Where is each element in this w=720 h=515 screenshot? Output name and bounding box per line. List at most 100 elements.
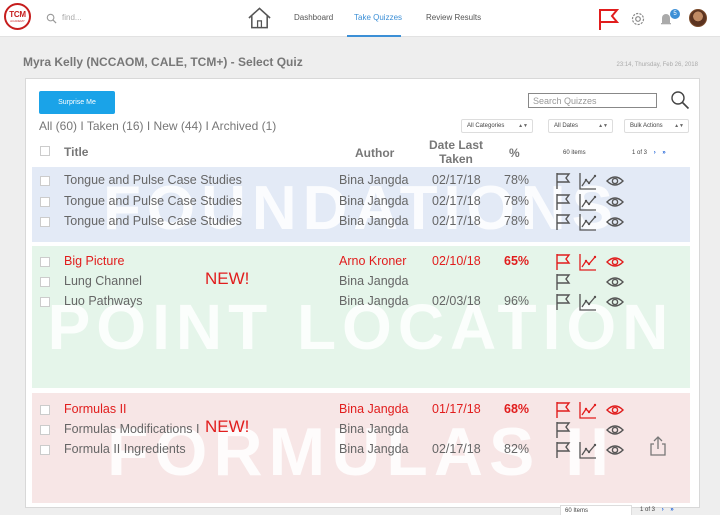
flag-icon[interactable] <box>554 253 572 271</box>
table-row[interactable]: Tongue and Pulse Case Studies Bina Jangd… <box>0 193 720 213</box>
quiz-search-input[interactable] <box>528 93 657 108</box>
row-checkbox[interactable] <box>40 277 50 287</box>
quiz-date-last-taken: 02/17/18 <box>432 214 481 228</box>
date-select[interactable]: All Dates ▲▼ <box>548 119 613 133</box>
row-checkbox[interactable] <box>40 197 50 207</box>
pager-last[interactable]: » <box>662 150 665 156</box>
pager-of: of 3 <box>637 150 648 156</box>
flag-icon[interactable] <box>597 8 619 31</box>
eye-icon[interactable] <box>606 172 624 190</box>
quiz-percent: 82% <box>504 442 530 456</box>
chart-icon[interactable] <box>579 401 597 419</box>
filter-separator: I <box>77 119 87 133</box>
column-header-title[interactable]: Title <box>64 145 88 159</box>
row-checkbox[interactable] <box>40 425 50 435</box>
pager-next[interactable]: › <box>662 507 664 513</box>
quiz-date-last-taken: 02/17/18 <box>432 173 481 187</box>
quiz-title[interactable]: Formula II Ingredients <box>64 442 186 456</box>
search-icon[interactable] <box>670 90 690 110</box>
active-tab-indicator <box>347 35 401 37</box>
quiz-title[interactable]: Tongue and Pulse Case Studies <box>64 214 242 228</box>
row-checkbox[interactable] <box>40 445 50 455</box>
select-all-checkbox[interactable] <box>40 146 50 156</box>
flag-icon[interactable] <box>554 401 572 419</box>
quiz-author: Bina Jangda <box>339 294 409 308</box>
eye-icon[interactable] <box>606 213 624 231</box>
global-search-input[interactable]: find... <box>62 13 82 22</box>
quiz-author: Bina Jangda <box>339 194 409 208</box>
flag-icon[interactable] <box>554 273 572 291</box>
eye-icon[interactable] <box>606 273 624 291</box>
chart-icon[interactable] <box>579 172 597 190</box>
flag-icon[interactable] <box>554 421 572 439</box>
filter-new[interactable]: New (44) <box>154 119 203 133</box>
quiz-title[interactable]: Tongue and Pulse Case Studies <box>64 194 242 208</box>
tcm-logo[interactable]: TCM ACADEMY <box>4 3 31 30</box>
row-checkbox[interactable] <box>40 297 50 307</box>
flag-icon[interactable] <box>554 441 572 459</box>
pager-next[interactable]: › <box>654 150 656 156</box>
column-header-percent[interactable]: % <box>509 146 520 160</box>
quiz-author: Bina Jangda <box>339 442 409 456</box>
quiz-date-last-taken: 02/03/18 <box>432 294 481 308</box>
flag-icon[interactable] <box>554 213 572 231</box>
quiz-author: Bina Jangda <box>339 173 409 187</box>
pager-current[interactable]: 1 <box>640 507 643 513</box>
home-icon[interactable] <box>247 6 272 30</box>
quiz-date-last-taken: 02/17/18 <box>432 442 481 456</box>
eye-icon[interactable] <box>606 401 624 419</box>
quiz-percent: 68% <box>504 402 530 416</box>
table-row[interactable]: Tongue and Pulse Case Studies Bina Jangd… <box>0 213 720 233</box>
quiz-title[interactable]: Luo Pathways <box>64 294 143 308</box>
row-checkbox[interactable] <box>40 257 50 267</box>
updown-icon: ▲▼ <box>518 123 528 129</box>
row-checkbox[interactable] <box>40 217 50 227</box>
avatar[interactable] <box>689 9 707 27</box>
table-row[interactable]: Tongue and Pulse Case Studies Bina Jangd… <box>0 172 720 192</box>
chart-icon[interactable] <box>579 193 597 211</box>
chart-icon[interactable] <box>579 213 597 231</box>
pager-current[interactable]: 1 <box>632 150 635 156</box>
chart-icon[interactable] <box>579 441 597 459</box>
flag-icon[interactable] <box>554 293 572 311</box>
table-row[interactable]: Formula II Ingredients Bina Jangda 02/17… <box>0 441 720 461</box>
table-row[interactable]: Formulas II Bina Jangda 01/17/18 68% <box>0 401 720 421</box>
new-badge: NEW! <box>205 417 250 436</box>
nav-review-results[interactable]: Review Results <box>426 13 481 22</box>
flag-icon[interactable] <box>554 193 572 211</box>
column-header-date[interactable]: Date Last Taken <box>424 138 488 166</box>
quiz-title[interactable]: Tongue and Pulse Case Studies <box>64 173 242 187</box>
row-checkbox[interactable] <box>40 405 50 415</box>
eye-icon[interactable] <box>606 441 624 459</box>
nav-take-quizzes[interactable]: Take Quizzes <box>354 13 402 22</box>
filter-taken[interactable]: Taken (16) <box>87 119 144 133</box>
quiz-title[interactable]: Big Picture <box>64 254 124 268</box>
chart-icon[interactable] <box>579 253 597 271</box>
search-icon[interactable] <box>46 13 57 24</box>
table-row[interactable]: Luo Pathways Bina Jangda 02/03/18 96% <box>0 293 720 313</box>
bulk-actions-select[interactable]: Bulk Actions ▲▼ <box>624 119 689 133</box>
filter-archived[interactable]: Archived (1) <box>212 119 277 133</box>
nav-dashboard[interactable]: Dashboard <box>294 13 333 22</box>
gear-icon[interactable] <box>630 11 646 27</box>
table-row[interactable]: Formulas Modifications I Bina Jangda NEW… <box>0 417 720 441</box>
footer-items-select[interactable]: 60 Items <box>560 505 632 515</box>
share-icon[interactable] <box>649 436 667 456</box>
quiz-title[interactable]: Lung Channel <box>64 274 142 288</box>
column-header-author[interactable]: Author <box>355 146 394 160</box>
flag-icon[interactable] <box>554 172 572 190</box>
pager-last[interactable]: » <box>670 507 673 513</box>
quiz-title[interactable]: Formulas II <box>64 402 127 416</box>
quiz-title[interactable]: Formulas Modifications I <box>64 422 199 436</box>
row-checkbox[interactable] <box>40 176 50 186</box>
eye-icon[interactable] <box>606 193 624 211</box>
category-select[interactable]: All Categories ▲▼ <box>461 119 533 133</box>
filter-all[interactable]: All (60) <box>39 119 77 133</box>
eye-icon[interactable] <box>606 421 624 439</box>
eye-icon[interactable] <box>606 293 624 311</box>
table-row[interactable]: Lung Channel Bina Jangda NEW! <box>0 269 720 293</box>
table-row[interactable]: Big Picture Arno Kroner 02/10/18 65% <box>0 253 720 273</box>
chart-icon[interactable] <box>579 293 597 311</box>
surprise-me-button[interactable]: Surprise Me <box>39 91 115 114</box>
eye-icon[interactable] <box>606 253 624 271</box>
